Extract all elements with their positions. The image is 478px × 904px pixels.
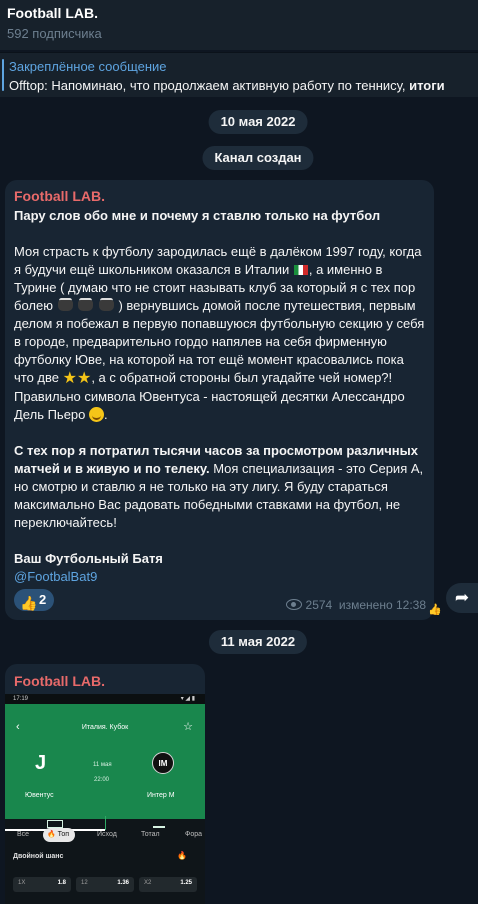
match-time: 22:00 <box>94 777 110 783</box>
message-author[interactable]: Football LAB. <box>14 673 105 689</box>
thumbs-up-icon: 👍 <box>428 604 442 616</box>
channel-header[interactable]: Football LAB. 592 подписчика <box>0 0 478 50</box>
odd-cell: X2 1.25 <box>139 877 197 892</box>
view-count: 2574 <box>305 598 333 612</box>
message-text: Пару слов обо мне и почему я ставлю толь… <box>14 208 425 584</box>
odd-cell: 1X 1.8 <box>13 877 71 892</box>
star-icon: ☆ <box>183 721 193 733</box>
match-header: ‹ Италия. Кубок ☆ J IM Ювентус Интер М 1… <box>5 704 205 831</box>
photo-attachment[interactable]: 17:19 ▾ ◢ ▮ ‹ Италия. Кубок ☆ J IM Ювент… <box>5 694 205 904</box>
pinned-indicator <box>2 59 4 91</box>
juventus-logo-icon: J <box>35 752 47 774</box>
date-chip: 10 мая 2022 <box>208 110 308 134</box>
signature: Ваш Футбольный Батя <box>14 551 163 566</box>
subscriber-count: 592 подписчика <box>7 26 102 41</box>
odd-cell: 12 1.36 <box>76 877 134 892</box>
team-home: Ювентус <box>25 792 54 799</box>
message-heading: Пару слов обо мне и почему я ставлю толь… <box>14 208 381 223</box>
team-away: Интер М <box>147 792 175 799</box>
message-bubble[interactable]: Football LAB. 17:19 ▾ ◢ ▮ ‹ Италия. Кубо… <box>5 664 205 904</box>
share-arrow-icon[interactable]: ➦ <box>446 583 478 613</box>
bull-icon <box>98 298 114 311</box>
pinned-message-bar[interactable]: Закреплённое сообщение Offtop: Напоминаю… <box>0 52 478 97</box>
pinned-text: Offtop: Напоминаю, что продолжаем активн… <box>9 78 445 93</box>
star-icon: ★ <box>62 370 77 387</box>
phone-status-bar: 17:19 ▾ ◢ ▮ <box>5 694 205 704</box>
italy-flag-icon <box>293 265 308 275</box>
smile-icon <box>89 407 104 422</box>
thumbs-up-icon: 👍 <box>20 595 38 611</box>
edited-time: изменено 12:38 <box>338 598 426 612</box>
bull-icon <box>57 298 73 311</box>
bull-icon <box>78 298 94 311</box>
message-author[interactable]: Football LAB. <box>14 188 105 204</box>
pinned-title: Закреплённое сообщение <box>9 59 167 74</box>
message-bubble[interactable]: Football LAB. Пару слов обо мне и почему… <box>5 180 434 620</box>
channel-title: Football LAB. <box>7 5 98 21</box>
fire-icon: 🔥 <box>177 851 187 860</box>
match-date: 11 мая <box>93 762 112 768</box>
reaction-button[interactable]: 👍 2 <box>14 589 54 611</box>
service-message-channel-created: Канал создан <box>202 146 314 170</box>
market-title: Двойной шанс <box>13 853 64 860</box>
message-meta: 2574 изменено 12:38 <box>285 598 426 612</box>
reaction-count: 2 <box>39 592 47 607</box>
eye-icon <box>285 599 302 610</box>
date-chip: 11 мая 2022 <box>208 630 308 654</box>
star-icon: ★ <box>76 370 92 387</box>
league-title: Италия. Кубок <box>81 724 129 731</box>
username-link[interactable]: @FootbalBat9 <box>14 569 97 584</box>
bet-tabs: Все 🔥 Топ Исход Тотал Фора <box>5 827 205 845</box>
inter-logo-icon: IM <box>152 752 174 774</box>
